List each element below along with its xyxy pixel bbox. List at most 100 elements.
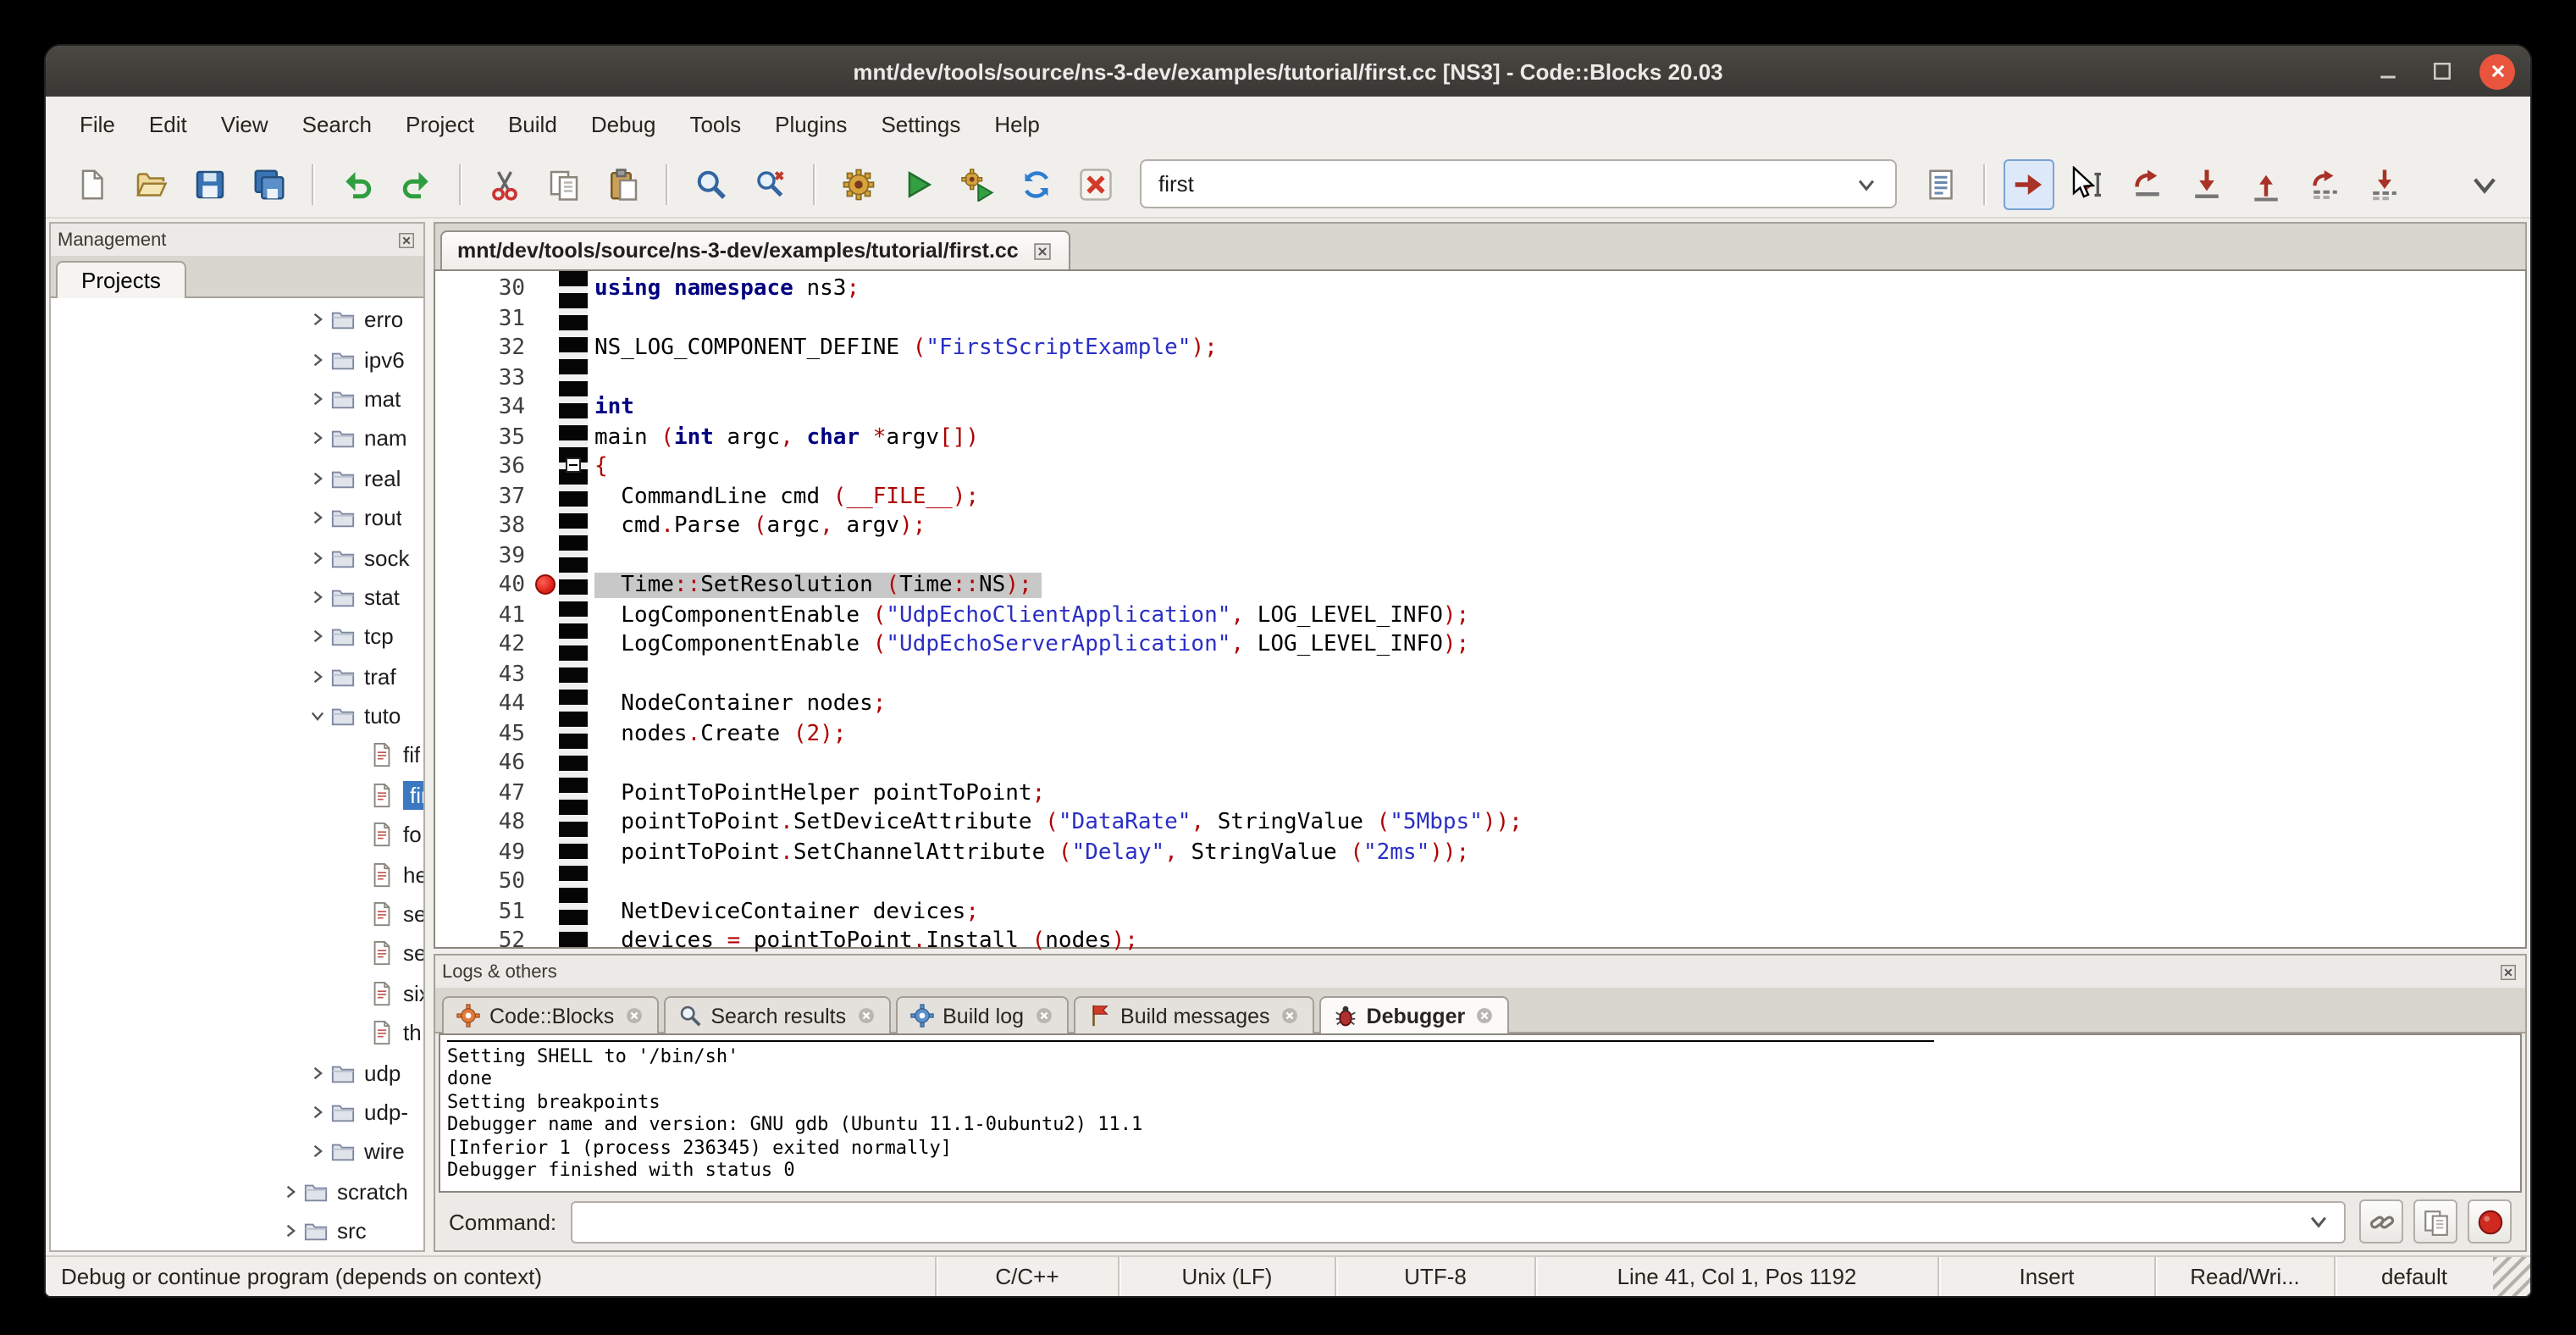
debug-stop-button[interactable] [2468, 1199, 2512, 1244]
code-editor[interactable]: 3031323334353637383940414243444546474849… [434, 269, 2527, 949]
menu-debug[interactable]: Debug [574, 102, 673, 145]
chevron-right-icon[interactable] [308, 508, 330, 527]
minimize-button[interactable] [2371, 54, 2405, 88]
command-link-button[interactable] [2359, 1199, 2403, 1244]
resize-grip[interactable] [2493, 1257, 2530, 1296]
log-output[interactable]: Setting SHELL to '/bin/sh'doneSetting br… [439, 1033, 2522, 1193]
logs-tab-build-messages[interactable]: Build messages [1073, 996, 1314, 1033]
build-and-run-button[interactable] [952, 158, 1003, 209]
chevron-right-icon[interactable] [308, 1103, 330, 1122]
chevron-right-icon[interactable] [308, 310, 330, 329]
replace-button[interactable] [745, 158, 796, 209]
tree-item-sock[interactable]: sock [51, 538, 423, 578]
tree-item-udp[interactable]: udp [51, 1053, 423, 1093]
chevron-right-icon[interactable] [308, 429, 330, 448]
chevron-right-icon[interactable] [308, 350, 330, 368]
editor-tab-close-button[interactable] [1032, 240, 1054, 262]
command-input[interactable] [570, 1200, 2346, 1243]
copy-button[interactable] [539, 158, 589, 209]
chevron-right-icon[interactable] [308, 667, 330, 685]
tab-close-icon[interactable] [1279, 1005, 1301, 1027]
logs-tab-debugger[interactable]: Debugger [1319, 996, 1510, 1033]
logs-tab-build-log[interactable]: Build log [895, 996, 1068, 1033]
debug-continue-button[interactable] [2004, 158, 2054, 209]
tab-projects[interactable]: Projects [56, 261, 186, 298]
chevron-right-icon[interactable] [281, 1183, 303, 1201]
tree-item-th[interactable]: th [51, 1013, 423, 1053]
tree-item-erro[interactable]: erro [51, 300, 423, 340]
breakpoint-marker[interactable] [535, 574, 556, 595]
run-button[interactable] [893, 158, 943, 209]
tree-item-scratch[interactable]: scratch [51, 1172, 423, 1211]
tree-item-fir[interactable]: fir [51, 775, 423, 815]
cut-button[interactable] [479, 158, 530, 209]
menu-help[interactable]: Help [977, 102, 1057, 145]
panel-splitter[interactable] [425, 222, 434, 1252]
tree-item-tcp[interactable]: tcp [51, 617, 423, 656]
close-button[interactable] [2479, 53, 2515, 89]
tree-item-mat[interactable]: mat [51, 379, 423, 419]
tree-item-nam[interactable]: nam [51, 418, 423, 458]
paste-button[interactable] [598, 158, 649, 209]
tree-item-tuto[interactable]: tuto [51, 696, 423, 736]
fold-marker[interactable] [566, 457, 581, 473]
show-build-targets-button[interactable] [1915, 158, 1966, 209]
build-button[interactable] [833, 158, 884, 209]
editor-tab-first-cc[interactable]: mnt/dev/tools/source/ns-3-dev/examples/t… [440, 230, 1071, 269]
chevron-right-icon[interactable] [308, 548, 330, 567]
chevron-right-icon[interactable] [308, 1143, 330, 1161]
menu-edit[interactable]: Edit [132, 102, 204, 145]
menu-file[interactable]: File [63, 102, 132, 145]
logs-close-button[interactable] [2498, 961, 2518, 982]
save-button[interactable] [185, 158, 235, 209]
menu-settings[interactable]: Settings [864, 102, 977, 145]
tree-item-ipv6[interactable]: ipv6 [51, 340, 423, 379]
title-bar[interactable]: mnt/dev/tools/source/ns-3-dev/examples/t… [46, 46, 2530, 97]
next-instruction-button[interactable] [2300, 158, 2351, 209]
menu-build[interactable]: Build [491, 102, 574, 145]
tree-item-src[interactable]: src [51, 1211, 423, 1250]
toolbar-overflow-button[interactable] [2459, 158, 2510, 209]
tree-item-se[interactable]: se [51, 895, 423, 934]
undo-button[interactable] [332, 158, 383, 209]
logs-tab-code-blocks[interactable]: Code::Blocks [442, 996, 658, 1033]
next-line-button[interactable] [2122, 158, 2173, 209]
management-close-button[interactable] [396, 230, 417, 250]
find-button[interactable] [686, 158, 737, 209]
tree-item-fo[interactable]: fo [51, 815, 423, 855]
build-target-combo[interactable]: first [1140, 159, 1897, 208]
chevron-right-icon[interactable] [308, 1063, 330, 1082]
project-tree[interactable]: erroipv6matnamrealroutsockstattcptraftut… [51, 298, 423, 1250]
tree-item-wire[interactable]: wire [51, 1132, 423, 1172]
menu-plugins[interactable]: Plugins [758, 102, 864, 145]
rebuild-button[interactable] [1011, 158, 1062, 209]
tree-item-traf[interactable]: traf [51, 656, 423, 696]
tree-item-stat[interactable]: stat [51, 577, 423, 617]
chevron-right-icon[interactable] [308, 390, 330, 408]
code-lines[interactable]: using namespace ns3;NS_LOG_COMPONENT_DEF… [588, 271, 2525, 947]
chevron-right-icon[interactable] [281, 1221, 303, 1240]
step-into-instruction-button[interactable] [2359, 158, 2410, 209]
fold-margin[interactable] [559, 271, 588, 947]
tree-item-six[interactable]: six [51, 973, 423, 1013]
breakpoint-margin[interactable] [533, 271, 559, 947]
chevron-down-icon[interactable] [1855, 172, 1878, 196]
chevron-right-icon[interactable] [308, 588, 330, 607]
tree-item-se[interactable]: se [51, 934, 423, 974]
abort-build-button[interactable] [1070, 158, 1121, 209]
menu-view[interactable]: View [204, 102, 285, 145]
command-copy-button[interactable] [2413, 1199, 2457, 1244]
chevron-down-icon[interactable] [308, 706, 330, 725]
tab-close-icon[interactable] [622, 1005, 644, 1027]
logs-tab-search-results[interactable]: Search results [663, 996, 890, 1033]
tab-close-icon[interactable] [854, 1005, 876, 1027]
step-out-button[interactable] [2241, 158, 2291, 209]
tab-close-icon[interactable] [1032, 1005, 1054, 1027]
maximize-button[interactable] [2425, 54, 2459, 88]
chevron-right-icon[interactable] [308, 469, 330, 488]
chevron-right-icon[interactable] [308, 628, 330, 646]
tab-close-icon[interactable] [1473, 1005, 1495, 1027]
tree-item-rout[interactable]: rout [51, 498, 423, 538]
redo-button[interactable] [391, 158, 442, 209]
command-dropdown-button[interactable] [2300, 1210, 2337, 1233]
